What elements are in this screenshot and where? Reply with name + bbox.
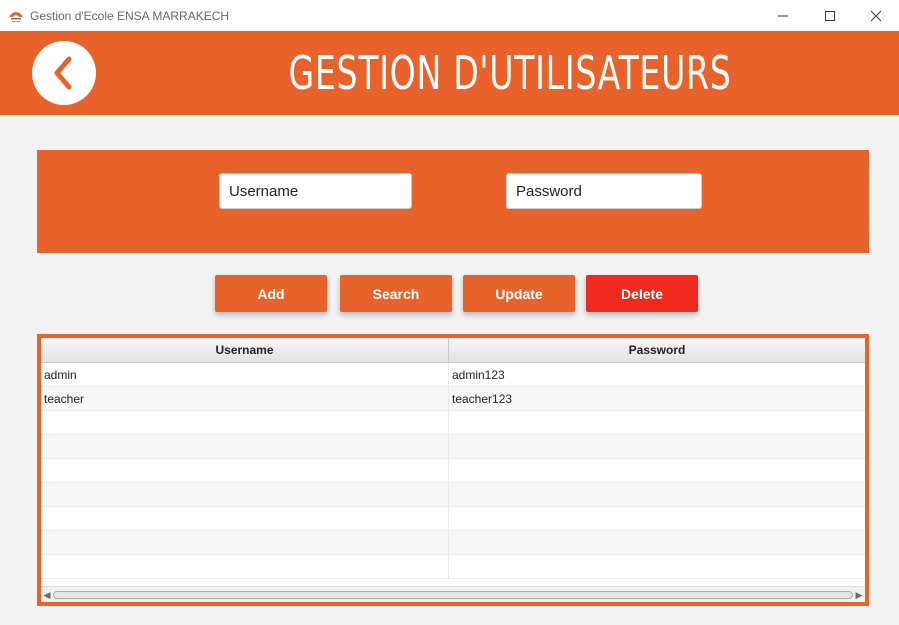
maximize-icon [825,10,835,21]
table-header: Username Password [41,338,865,363]
school-logo-icon [9,12,23,22]
horizontal-scrollbar[interactable]: ◀ ▶ [41,586,865,602]
password-input[interactable] [506,173,702,209]
table-row[interactable]: admin admin123 [41,363,865,387]
empty-table-row [41,435,865,459]
minimize-button[interactable] [760,0,806,31]
empty-table-row [41,411,865,435]
column-header-username[interactable]: Username [41,338,449,363]
empty-table-row [41,483,865,507]
cell-username: admin [41,363,449,387]
cell-username: teacher [41,387,449,411]
chevron-left-icon [54,56,72,90]
empty-table-row [41,531,865,555]
window-titlebar: Gestion d'Ecole ENSA MARRAKECH [0,0,899,31]
user-form-panel [37,150,869,253]
page-header: GESTION D'UTILISATEURS [0,31,899,115]
empty-table-row [41,507,865,531]
users-table: Username Password admin admin123 teacher… [37,334,869,606]
add-button[interactable]: Add [215,275,327,312]
close-button[interactable] [853,0,899,31]
window-title: Gestion d'Ecole ENSA MARRAKECH [30,9,230,23]
scroll-right-icon[interactable]: ▶ [853,588,865,602]
empty-table-row [41,555,865,579]
scrollbar-thumb[interactable] [53,591,853,599]
empty-table-row [41,459,865,483]
column-header-password[interactable]: Password [449,338,865,363]
minimize-icon [778,15,788,16]
scroll-left-icon[interactable]: ◀ [41,588,53,602]
update-button[interactable]: Update [463,275,575,312]
page-title: GESTION D'UTILISATEURS [288,46,732,100]
cell-password: admin123 [452,368,505,382]
table-body: admin admin123 teacher teacher123 [41,363,865,585]
search-button[interactable]: Search [340,275,452,312]
close-icon [871,10,881,21]
username-input[interactable] [219,173,412,209]
delete-button[interactable]: Delete [586,275,698,312]
table-row[interactable]: teacher teacher123 [41,387,865,411]
back-button[interactable] [32,41,96,105]
cell-password: teacher123 [452,392,513,406]
maximize-button[interactable] [807,0,853,31]
